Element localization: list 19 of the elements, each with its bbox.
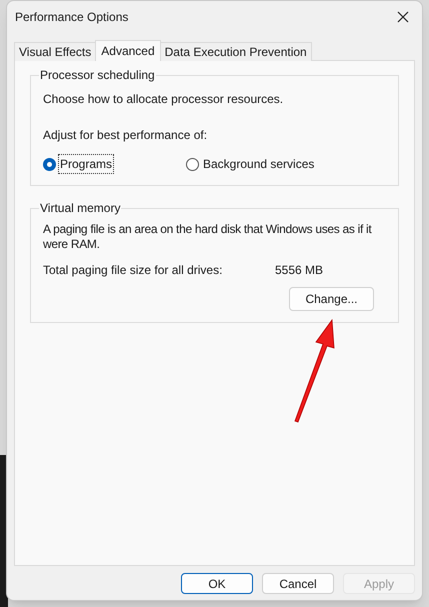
group-title: Virtual memory [39,201,122,215]
dialog-button[interactable]: Cancel [262,573,334,594]
radio-button[interactable] [186,158,199,170]
tab[interactable]: Data Execution Prevention [160,42,312,61]
close-icon [397,11,409,23]
description-text: Choose how to allocate processor resources. [43,91,284,108]
total-value: 5556 MB [275,262,324,279]
tab[interactable]: Advanced [95,40,161,61]
change-button[interactable]: Change... [289,287,374,311]
radio-button[interactable] [43,158,56,170]
radio-label[interactable]: Background services [202,155,316,173]
dialog-button[interactable]: OK [181,573,253,594]
window-title: Performance Options [15,9,128,26]
tab[interactable]: Visual Effects [14,42,96,61]
radio-label[interactable]: Programs [59,155,114,173]
description-text: A paging file is an area on the hard disk that Windows uses as if it were RAM. [43,222,373,252]
prompt-text: Adjust for best performance of: [43,127,208,144]
total-label: Total paging file size for all drives: [43,262,224,279]
group-title: Processor scheduling [39,68,156,82]
